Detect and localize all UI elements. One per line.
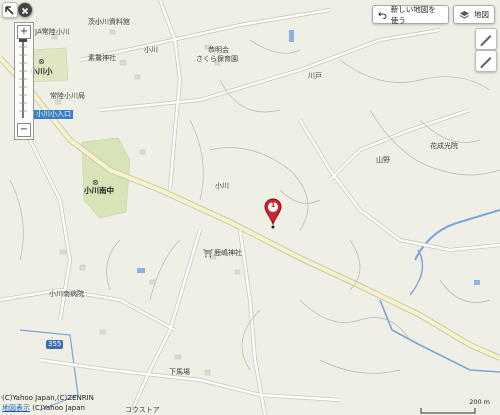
label-kawado: 川戸 — [308, 72, 322, 80]
new-map-label: 新しい地図を使う — [390, 4, 436, 25]
label-hanazono: 花成光院 — [430, 142, 458, 150]
label-shimobaba: 下馬場 — [169, 368, 190, 376]
map-view[interactable]: JA常陸小川 茨小川資料館 小川 小川小 素鵞神社 常陸小川局 小川小入口 川戸… — [0, 0, 500, 415]
label-shrine1: 素鵞神社 — [88, 54, 116, 62]
arrow-up-left-icon — [5, 6, 14, 15]
label-hitachi-ogawa: 常陸小川局 — [50, 92, 85, 100]
undo-arrow-icon — [378, 11, 387, 19]
marker-number: 1 — [270, 201, 276, 209]
pencil-icon — [480, 57, 492, 68]
layers-icon — [459, 10, 470, 19]
label-nursery1: 恭明会 — [208, 46, 229, 54]
label-kominkan: 茨小川資料館 — [88, 18, 130, 26]
map-canvas — [0, 0, 500, 415]
draw-shape-button[interactable] — [475, 50, 497, 72]
zoom-ticks — [19, 46, 27, 112]
scale-label: 200 m — [469, 398, 490, 406]
shrine-icon: ⛩ — [203, 249, 214, 258]
zoom-control: + − — [14, 22, 34, 140]
map-display-link[interactable]: 地図表示 — [2, 404, 30, 412]
copyright-line1: (C)Yahoo Japan,(C)ZENRIN — [2, 394, 94, 402]
close-icon — [21, 7, 29, 15]
label-shrine2: 鹿嶋神社 — [214, 249, 242, 257]
map-layers-button[interactable]: 地図 — [453, 5, 495, 24]
label-ogawa-entrance: 小川小入口 — [34, 110, 73, 119]
scale-bar: 200 m — [420, 398, 490, 414]
label-hospital: 小川南病院 — [49, 290, 84, 298]
zoom-out-button[interactable]: − — [17, 123, 31, 137]
map-label: 地図 — [474, 10, 489, 19]
label-nursery2: さくら保育園 — [196, 55, 238, 63]
route-shield: 355 — [46, 340, 64, 349]
copyright-text: (C)Yahoo Japan — [32, 404, 85, 412]
close-button[interactable] — [17, 2, 33, 18]
draw-line-button[interactable] — [475, 28, 497, 50]
zoom-slider-handle[interactable] — [19, 39, 27, 42]
label-costco: コウストア — [125, 406, 160, 414]
label-ogawa-jhs: 小川南中 — [84, 186, 114, 195]
label-ogawa-mid: 小川 — [215, 182, 229, 190]
school-icon: ⊗ — [38, 57, 45, 66]
fullscreen-button[interactable] — [2, 2, 18, 18]
copyright-line2: 地図表示 (C)Yahoo Japan — [2, 403, 85, 413]
scale-line — [420, 408, 476, 414]
pencil-icon — [480, 35, 492, 46]
new-map-button[interactable]: 新しい地図を使う — [372, 4, 449, 25]
label-ja-ogawa: JA常陸小川 — [35, 28, 70, 36]
zoom-in-button[interactable]: + — [17, 25, 31, 39]
label-ogawa-top: 小川 — [144, 46, 158, 54]
label-yamano: 山野 — [376, 156, 390, 164]
school-icon: ⊗ — [92, 178, 99, 187]
